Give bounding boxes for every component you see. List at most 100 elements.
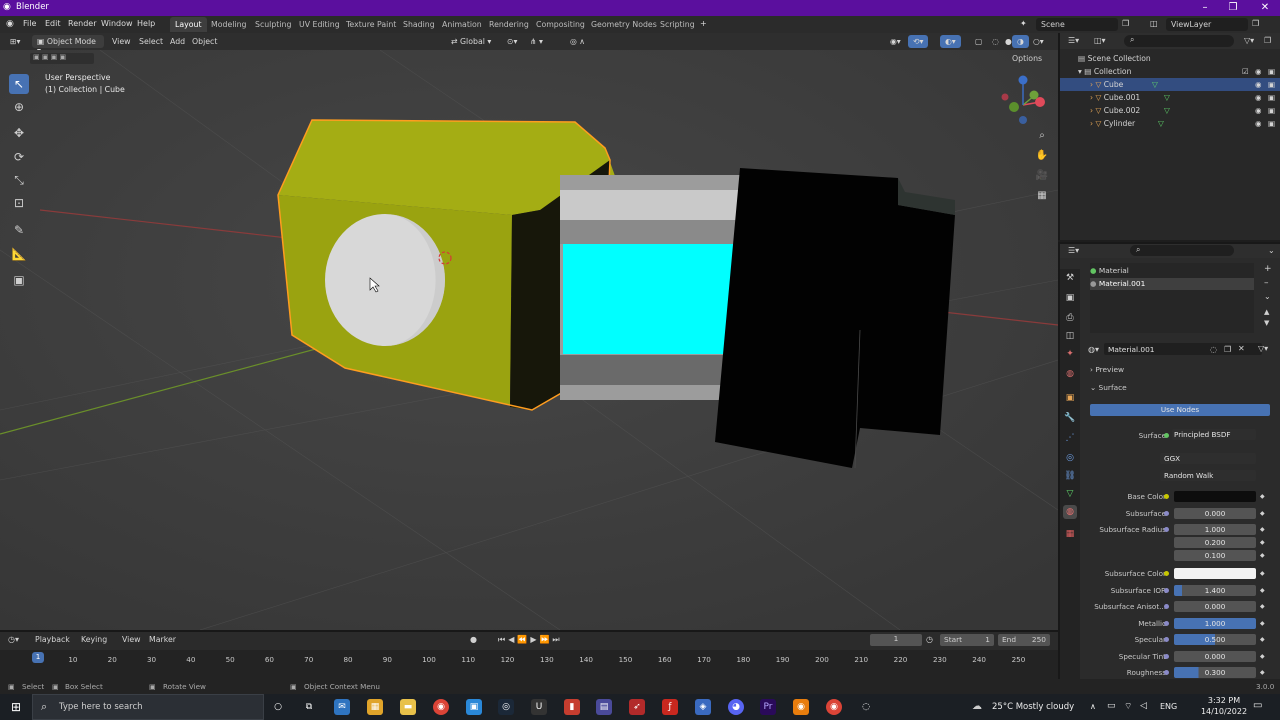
menu-view[interactable]: View — [107, 35, 136, 48]
start-frame-field[interactable]: Start 1 — [940, 634, 994, 646]
app-icon[interactable]: ◌ — [858, 699, 874, 715]
mail-icon[interactable]: ✉ — [334, 699, 350, 715]
keyframe-icon[interactable]: ◆ — [1260, 493, 1265, 500]
store-icon[interactable]: ▦ — [367, 699, 383, 715]
tab-texture-paint[interactable]: Texture Paint — [341, 17, 401, 32]
use-nodes-button[interactable]: Use Nodes — [1090, 404, 1270, 416]
new-collection-icon[interactable]: ❐ — [1264, 36, 1271, 45]
keyframe-icon[interactable]: ◆ — [1260, 636, 1265, 643]
add-slot-icon[interactable]: + — [1264, 264, 1272, 274]
property-value-field[interactable]: 1.000 — [1174, 618, 1256, 629]
move-slot-up-icon[interactable]: ▲ — [1264, 308, 1269, 316]
object-mode-dropdown[interactable]: ▣ Object Mode ▾ — [32, 35, 104, 55]
object-tab-icon[interactable]: ▣ — [1063, 391, 1077, 405]
new-view-layer-icon[interactable]: ❐ — [1252, 19, 1259, 28]
property-value-field[interactable]: 0.300 — [1174, 667, 1256, 678]
eye-icon[interactable]: ◉ — [1255, 104, 1262, 117]
tab-animation[interactable]: Animation — [437, 17, 487, 32]
select-mode-buttons[interactable]: ▣ ▣ ▣ ▣ — [30, 53, 94, 64]
transform-tool-icon[interactable]: ⊡ — [9, 193, 29, 213]
camera-view-icon[interactable]: 🎥 — [1034, 170, 1050, 186]
chrome-icon[interactable]: ◉ — [433, 699, 449, 715]
file-explorer-icon[interactable]: ▬ — [400, 699, 416, 715]
close-icon[interactable]: ✕ — [1250, 0, 1280, 16]
physics-tab-icon[interactable]: ◎ — [1063, 451, 1077, 465]
eye-icon[interactable]: ◉ — [1255, 91, 1262, 104]
3d-viewport[interactable]: User Perspective (1) Collection | Cube O… — [0, 50, 1058, 630]
snap-icon[interactable]: ⋔ ▾ — [525, 35, 548, 48]
current-frame-field[interactable]: 1 — [870, 634, 922, 646]
property-value-field[interactable]: 1.000 — [1174, 524, 1256, 535]
tab-shading[interactable]: Shading — [398, 17, 440, 32]
menu-select[interactable]: Select — [134, 35, 168, 48]
blender-menu-icon[interactable]: ◉ — [6, 19, 14, 29]
unlink-material-icon[interactable]: ✕ — [1238, 344, 1245, 353]
keyframe-icon[interactable]: ◆ — [1260, 570, 1265, 577]
pivot-icon[interactable]: ⊙▾ — [502, 35, 522, 48]
clock-time[interactable]: 3:32 PM — [1202, 696, 1246, 705]
scene-render[interactable] — [0, 50, 1058, 630]
timeline-view-menu[interactable]: View — [117, 633, 146, 646]
outliner-row-cube-001[interactable]: › ▽ Cube.001 ▽ ◉ ▣ — [1060, 91, 1280, 104]
scale-tool-icon[interactable]: ⤡ — [9, 170, 29, 190]
measure-tool-icon[interactable]: 📐 — [9, 244, 29, 264]
marker-menu[interactable]: Marker — [144, 633, 181, 646]
tool-tab-icon[interactable]: ⚒ — [1063, 271, 1077, 285]
task-view-icon[interactable]: ⧉ — [301, 699, 317, 715]
outliner-search-input[interactable]: ⌕ — [1124, 35, 1234, 47]
tab-compositing[interactable]: Compositing — [531, 17, 590, 32]
keyframe-icon[interactable]: ◆ — [1260, 620, 1265, 627]
eye-icon[interactable]: ◉ — [1255, 117, 1262, 130]
constraints-tab-icon[interactable]: ⛓ — [1063, 469, 1077, 483]
rotate-tool-icon[interactable]: ⟳ — [9, 147, 29, 167]
notification-icon[interactable]: ▭ — [1253, 700, 1262, 711]
eye-icon[interactable]: ◉ — [1255, 78, 1262, 91]
material-filter-icon[interactable]: ▽▾ — [1258, 344, 1268, 353]
new-scene-icon[interactable]: ❐ — [1122, 19, 1129, 28]
property-value-field[interactable]: 0.000 — [1174, 508, 1256, 519]
surface-panel-header[interactable]: ⌄ Surface — [1090, 383, 1270, 395]
add-workspace-icon[interactable]: + — [700, 19, 707, 28]
keyframe-icon[interactable]: ◆ — [1260, 653, 1265, 660]
menu-render[interactable]: Render — [68, 19, 96, 28]
camera-icon[interactable]: ▣ — [1268, 78, 1275, 91]
xray-icon[interactable]: ▢ — [970, 35, 987, 48]
menu-window[interactable]: Window — [101, 19, 133, 28]
app-icon[interactable]: ▤ — [596, 699, 612, 715]
clock-date[interactable]: 14/10/2022 — [1200, 707, 1248, 716]
keyframe-icon[interactable]: ◆ — [1260, 603, 1265, 610]
keyframe-icon[interactable]: ◆ — [1260, 510, 1265, 517]
record-icon[interactable]: ● — [470, 635, 477, 644]
world-tab-icon[interactable]: ◍ — [1063, 367, 1077, 381]
outliner-row-collection[interactable]: ▾ ▤ Collection ☑ ◉ ▣ — [1060, 65, 1280, 78]
camera-icon[interactable]: ▣ — [1268, 104, 1275, 117]
keyframe-icon[interactable]: ◆ — [1260, 539, 1265, 546]
property-value-field[interactable]: 0.000 — [1174, 601, 1256, 612]
cortana-icon[interactable]: ○ — [270, 699, 286, 715]
app-icon[interactable]: ƒ — [662, 699, 678, 715]
tab-rendering[interactable]: Rendering — [484, 17, 534, 32]
app-icon[interactable]: ▣ — [466, 699, 482, 715]
premiere-icon[interactable]: Pr — [760, 699, 776, 715]
view-layer-icon[interactable]: ◫ — [1150, 19, 1158, 28]
select-box-tool-icon[interactable]: ↖ — [9, 74, 29, 94]
property-value-field[interactable] — [1174, 491, 1256, 502]
outliner-row-cylinder[interactable]: › ▽ Cylinder ▽ ◉ ▣ — [1060, 117, 1280, 130]
material-slot-row[interactable]: ● Material — [1090, 265, 1254, 277]
subsurface-method-dropdown[interactable]: Random Walk — [1160, 470, 1256, 481]
collection-checkbox[interactable]: ☑ — [1242, 65, 1249, 78]
camera-icon[interactable]: ▣ — [1268, 117, 1275, 130]
material-browse-icon[interactable]: ◍▾ — [1088, 345, 1099, 354]
scene-icon[interactable]: ✦ — [1020, 19, 1027, 28]
view-layer-selector[interactable]: ViewLayer — [1166, 18, 1248, 31]
property-value-field[interactable]: 0.100 — [1174, 550, 1256, 561]
tab-uv-editing[interactable]: UV Editing — [294, 17, 345, 32]
blender-taskbar-icon[interactable]: ◉ — [793, 699, 809, 715]
app-icon[interactable]: ▮ — [564, 699, 580, 715]
property-value-field[interactable]: 1.400 — [1174, 585, 1256, 596]
properties-search-input[interactable]: ⌕ — [1130, 245, 1234, 256]
camera-icon[interactable]: ▣ — [1268, 91, 1275, 104]
taskbar-search-box[interactable]: ⌕ Type here to search — [32, 694, 264, 720]
outliner-row-scene-collection[interactable]: ▤ Scene Collection — [1060, 52, 1280, 65]
outliner-row-cube[interactable]: › ▽ Cube ▽ ◉ ▣ — [1060, 78, 1280, 91]
